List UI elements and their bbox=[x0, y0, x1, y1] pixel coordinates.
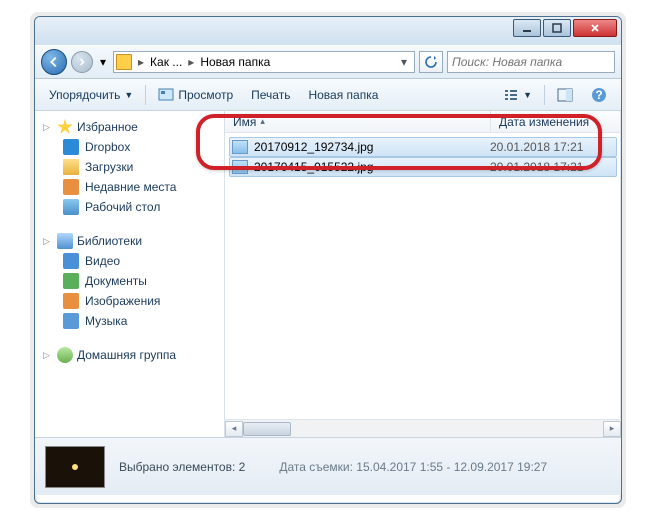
refresh-button[interactable] bbox=[419, 51, 443, 73]
video-icon bbox=[63, 253, 79, 269]
preview-button[interactable]: Просмотр bbox=[150, 83, 241, 107]
scroll-thumb[interactable] bbox=[243, 422, 291, 436]
file-list-area: Имя▴ Дата изменения 20170912_192734.jpg … bbox=[225, 111, 621, 437]
minimize-button[interactable] bbox=[513, 19, 541, 37]
view-icon bbox=[503, 87, 519, 103]
breadcrumb-seg-2[interactable]: Новая папка bbox=[196, 55, 274, 69]
navigation-pane: ▷Избранное Dropbox Загрузки Недавние мес… bbox=[35, 111, 225, 437]
pictures-icon bbox=[63, 293, 79, 309]
search-box[interactable] bbox=[447, 51, 615, 73]
sidebar-item-music[interactable]: Музыка bbox=[35, 311, 224, 331]
sidebar-item-video[interactable]: Видео bbox=[35, 251, 224, 271]
file-name: 20170415_015522.jpg bbox=[254, 160, 490, 174]
library-icon bbox=[57, 233, 73, 249]
svg-text:?: ? bbox=[595, 88, 602, 102]
homegroup-icon bbox=[57, 347, 73, 363]
details-pane: Выбрано элементов: 2 Дата съемки: 15.04.… bbox=[35, 437, 621, 495]
history-dropdown[interactable]: ▾ bbox=[97, 51, 109, 73]
help-button[interactable]: ? bbox=[583, 83, 615, 107]
help-icon: ? bbox=[591, 87, 607, 103]
preview-icon bbox=[158, 87, 174, 103]
new-folder-button[interactable]: Новая папка bbox=[300, 84, 386, 106]
recent-icon bbox=[63, 179, 79, 195]
new-folder-label: Новая папка bbox=[308, 88, 378, 102]
scroll-left-button[interactable]: ◂ bbox=[225, 421, 243, 437]
documents-icon bbox=[63, 273, 79, 289]
file-list[interactable]: 20170912_192734.jpg 20.01.2018 17:21 201… bbox=[225, 133, 621, 419]
image-file-icon bbox=[232, 140, 248, 154]
sidebar-item-pictures[interactable]: Изображения bbox=[35, 291, 224, 311]
address-bar[interactable]: ▸ Как ... ▸ Новая папка ▾ bbox=[113, 51, 415, 73]
back-button[interactable] bbox=[41, 49, 67, 75]
chevron-right-icon: ▸ bbox=[136, 55, 146, 69]
favorites-label: Избранное bbox=[77, 120, 138, 134]
image-file-icon bbox=[232, 160, 248, 174]
sidebar-item-desktop[interactable]: Рабочий стол bbox=[35, 197, 224, 217]
sidebar-homegroup[interactable]: ▷Домашняя группа bbox=[35, 345, 224, 365]
horizontal-scrollbar[interactable]: ◂ ▸ bbox=[225, 419, 621, 437]
organize-button[interactable]: Упорядочить ▼ bbox=[41, 84, 141, 106]
selection-count: Выбрано элементов: 2 bbox=[119, 460, 245, 474]
pane-icon bbox=[557, 87, 573, 103]
close-button[interactable] bbox=[573, 19, 617, 37]
sidebar-item-downloads[interactable]: Загрузки bbox=[35, 157, 224, 177]
sidebar-item-documents[interactable]: Документы bbox=[35, 271, 224, 291]
address-dropdown[interactable]: ▾ bbox=[396, 55, 412, 69]
folder-icon bbox=[116, 54, 132, 70]
preview-label: Просмотр bbox=[178, 88, 233, 102]
thumbnail-preview bbox=[45, 446, 105, 488]
file-name: 20170912_192734.jpg bbox=[254, 140, 490, 154]
view-mode-button[interactable]: ▼ bbox=[495, 83, 540, 107]
sidebar-item-recent[interactable]: Недавние места bbox=[35, 177, 224, 197]
file-row[interactable]: 20170415_015522.jpg 20.01.2018 17:21 bbox=[229, 157, 617, 177]
search-input[interactable] bbox=[452, 55, 609, 69]
sidebar-libraries[interactable]: ▷Библиотеки bbox=[35, 231, 224, 251]
print-button[interactable]: Печать bbox=[243, 84, 298, 106]
libraries-label: Библиотеки bbox=[77, 234, 142, 248]
desktop-icon bbox=[63, 199, 79, 215]
chevron-right-icon: ▸ bbox=[186, 55, 196, 69]
maximize-button[interactable] bbox=[543, 19, 571, 37]
search-icon bbox=[609, 55, 610, 69]
column-headers: Имя▴ Дата изменения bbox=[225, 111, 621, 133]
titlebar[interactable] bbox=[35, 17, 621, 45]
breadcrumb-seg-1[interactable]: Как ... bbox=[146, 55, 186, 69]
preview-pane-button[interactable] bbox=[549, 83, 581, 107]
folder-icon bbox=[63, 159, 79, 175]
organize-label: Упорядочить bbox=[49, 88, 120, 102]
sidebar-favorites[interactable]: ▷Избранное bbox=[35, 117, 224, 137]
column-date[interactable]: Дата изменения bbox=[491, 111, 621, 132]
explorer-window: ▾ ▸ Как ... ▸ Новая папка ▾ Упорядочить … bbox=[34, 16, 622, 504]
star-icon bbox=[57, 119, 73, 135]
homegroup-label: Домашняя группа bbox=[77, 348, 176, 362]
column-name[interactable]: Имя▴ bbox=[225, 111, 491, 132]
print-label: Печать bbox=[251, 88, 290, 102]
status-metadata: Дата съемки: 15.04.2017 1:55 - 12.09.201… bbox=[279, 460, 547, 474]
scroll-right-button[interactable]: ▸ bbox=[603, 421, 621, 437]
navigation-bar: ▾ ▸ Как ... ▸ Новая папка ▾ bbox=[35, 45, 621, 79]
file-date: 20.01.2018 17:21 bbox=[490, 140, 614, 154]
sort-indicator-icon: ▴ bbox=[260, 116, 265, 127]
file-date: 20.01.2018 17:21 bbox=[490, 160, 614, 174]
sidebar-item-dropbox[interactable]: Dropbox bbox=[35, 137, 224, 157]
command-bar: Упорядочить ▼ Просмотр Печать Новая папк… bbox=[35, 79, 621, 111]
file-row[interactable]: 20170912_192734.jpg 20.01.2018 17:21 bbox=[229, 137, 617, 157]
dropbox-icon bbox=[63, 139, 79, 155]
forward-button[interactable] bbox=[71, 51, 93, 73]
music-icon bbox=[63, 313, 79, 329]
